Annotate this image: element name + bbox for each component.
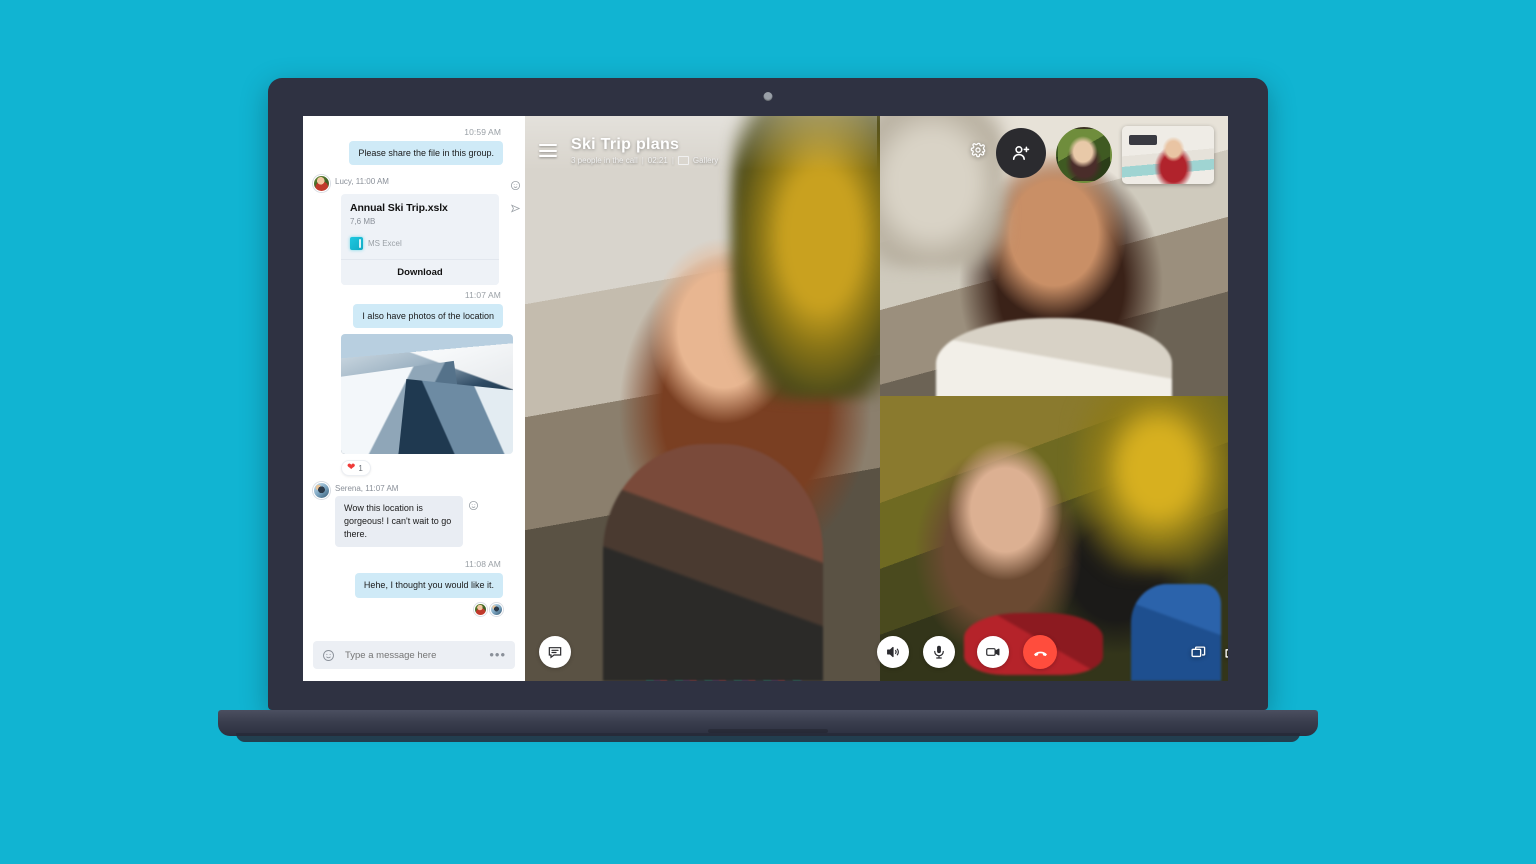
- chat-message-outgoing: Please share the file in this group.: [349, 141, 503, 166]
- laptop-webcam-icon: [763, 92, 773, 101]
- chat-message-group: Lucy, 11:00 AM: [313, 175, 515, 193]
- message-composer[interactable]: •••: [313, 641, 515, 669]
- file-attachment-card[interactable]: Annual Ski Trip.xslx 7,6 MB MS Excel Dow…: [341, 194, 499, 286]
- message-reaction-badge[interactable]: ❤ 1: [341, 460, 371, 477]
- message-timestamp: 11:08 AM: [464, 559, 501, 570]
- chat-message-outgoing: I also have photos of the location: [353, 304, 503, 329]
- message-input[interactable]: [343, 648, 482, 662]
- chat-panel: 10:59 AM Please share the file in this g…: [303, 116, 525, 681]
- forward-icon[interactable]: [510, 201, 521, 213]
- message-timestamp: 11:07 AM: [464, 290, 501, 301]
- subtitle-separator: |: [641, 156, 644, 166]
- message-sender-label: Serena, 11:07 AM: [335, 484, 399, 494]
- call-duration: 02:21: [647, 156, 668, 166]
- read-receipt-avatars: [313, 602, 503, 616]
- emoji-picker-icon[interactable]: [322, 649, 335, 662]
- self-view-round-thumbnail[interactable]: [1056, 127, 1112, 183]
- call-controls-left: [525, 636, 877, 668]
- view-mode-label[interactable]: Gallery: [693, 156, 718, 165]
- chat-toggle-button[interactable]: [539, 636, 571, 668]
- laptop-foot: [236, 733, 1300, 742]
- hangup-button[interactable]: [1023, 635, 1057, 669]
- self-view-rect-thumbnail[interactable]: [1122, 126, 1214, 184]
- file-card-body: Annual Ski Trip.xslx 7,6 MB MS Excel: [341, 194, 499, 259]
- chat-message-incoming: Wow this location is gorgeous! I can't w…: [335, 496, 463, 548]
- file-app-label: MS Excel: [368, 239, 402, 249]
- add-reaction-icon[interactable]: [468, 498, 479, 511]
- snapshot-button[interactable]: [1215, 635, 1228, 669]
- gear-icon[interactable]: [970, 142, 986, 158]
- subtitle-separator: |: [671, 156, 674, 166]
- laptop-screen: 10:59 AM Please share the file in this g…: [303, 116, 1228, 681]
- chat-message-outgoing: Hehe, I thought you would like it.: [354, 573, 503, 598]
- avatar[interactable]: [313, 175, 330, 193]
- main-speaker-video[interactable]: [525, 116, 880, 681]
- reaction-count: 1: [358, 463, 363, 473]
- call-header: Ski Trip plans 3 people in the call | 02…: [525, 116, 1228, 184]
- chat-message-list[interactable]: 10:59 AM Please share the file in this g…: [303, 116, 525, 633]
- photo-attachment[interactable]: [341, 334, 513, 455]
- avatar: [474, 602, 487, 616]
- camera-button[interactable]: [977, 636, 1009, 668]
- participants-count: 3 people in the call: [571, 156, 638, 166]
- screenshot-stage: 10:59 AM Please share the file in this g…: [0, 0, 1536, 864]
- page-title: Ski Trip plans: [571, 135, 680, 153]
- chat-message-group: Serena, 11:07 AM Wow this location is go…: [313, 482, 515, 548]
- file-name: Annual Ski Trip.xslx: [350, 202, 448, 215]
- message-hover-actions: [510, 178, 521, 213]
- microphone-button[interactable]: [923, 636, 955, 668]
- call-header-text: Ski Trip plans 3 people in the call | 02…: [571, 136, 718, 166]
- gallery-view-icon: [677, 156, 689, 166]
- participant-video-column: [880, 116, 1228, 681]
- call-subtitle: 3 people in the call | 02:21 | Gallery: [571, 156, 718, 166]
- call-control-bar: [525, 623, 1228, 681]
- share-screen-button[interactable]: [1181, 635, 1215, 669]
- call-controls-right: [969, 635, 1228, 669]
- add-reaction-icon[interactable]: [510, 178, 521, 191]
- message-timestamp: 10:59 AM: [464, 127, 501, 137]
- call-header-left: Ski Trip plans 3 people in the call | 02…: [525, 116, 877, 171]
- call-controls-mid: [877, 636, 969, 668]
- message-sender-label: Lucy, 11:00 AM: [335, 177, 389, 187]
- hamburger-menu-icon[interactable]: [539, 144, 557, 157]
- add-person-button[interactable]: [996, 128, 1046, 178]
- avatar[interactable]: [313, 482, 330, 500]
- video-call-area: Ski Trip plans 3 people in the call | 02…: [525, 116, 1228, 681]
- speaker-button[interactable]: [877, 636, 909, 668]
- download-button[interactable]: Download: [341, 259, 499, 286]
- call-header-right: [970, 116, 1228, 184]
- file-app-row: MS Excel: [350, 237, 490, 251]
- ms-excel-icon: [350, 237, 363, 251]
- avatar: [490, 602, 503, 616]
- heart-icon: ❤: [347, 462, 356, 474]
- file-size: 7,6 MB: [350, 217, 376, 227]
